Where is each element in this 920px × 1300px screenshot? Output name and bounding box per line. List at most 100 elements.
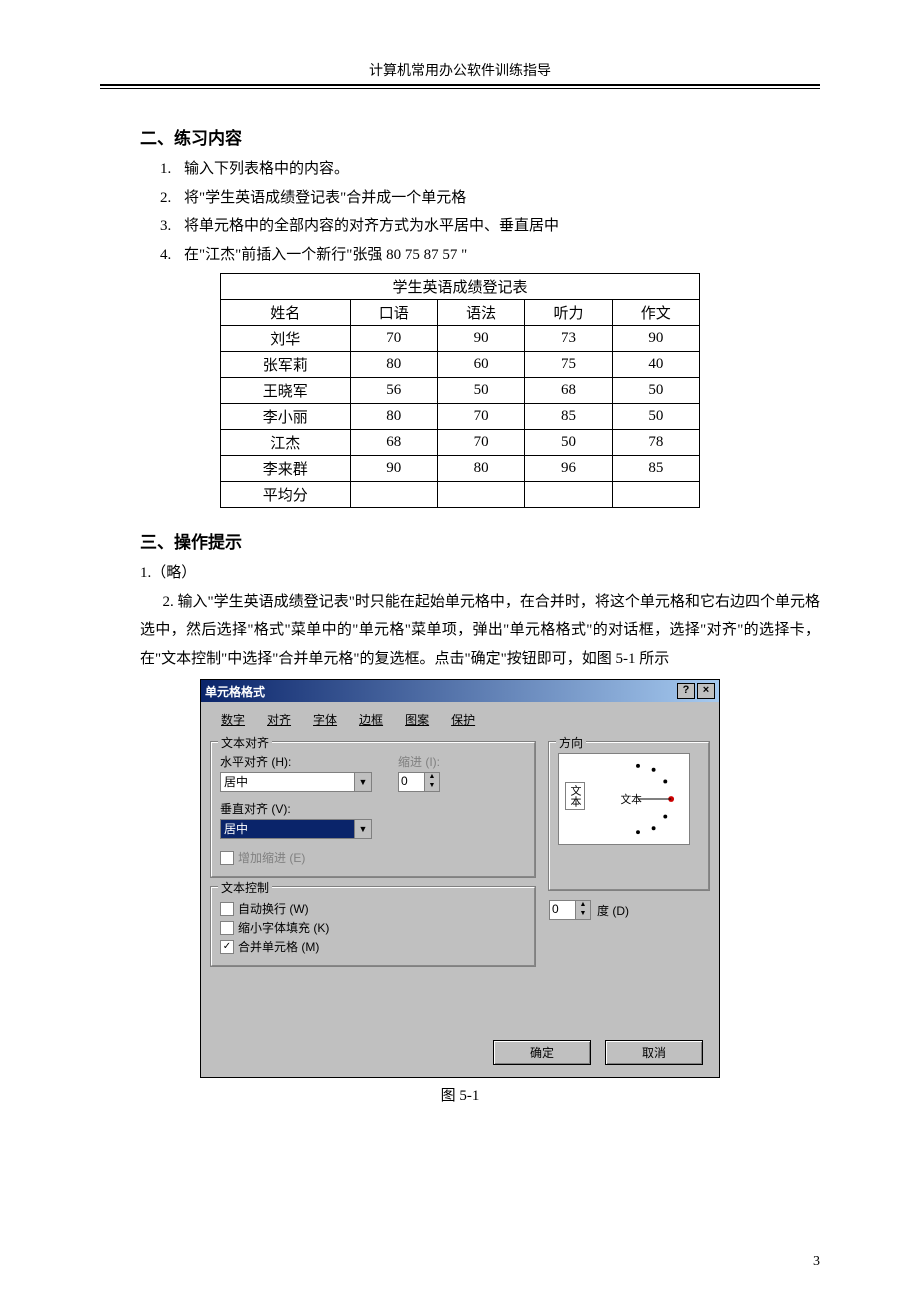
vertical-text-button[interactable]: 文本 <box>565 782 585 810</box>
cell: 李小丽 <box>221 404 351 430</box>
text-alignment-group: 文本对齐 水平对齐 (H): 居中 ▼ <box>211 742 535 877</box>
table-title: 学生英语成绩登记表 <box>221 274 700 300</box>
orientation-dial[interactable]: 文本 <box>599 760 677 838</box>
cell: 85 <box>612 456 699 482</box>
vertical-align-combo[interactable]: 居中 ▼ <box>220 819 372 839</box>
checkbox-icon[interactable]: ✓ <box>220 940 234 954</box>
dialog-figure: 单元格格式 ? × 数字 对齐 字体 边框 图案 保护 文本对 <box>200 679 720 1105</box>
cell: 80 <box>350 404 437 430</box>
degrees-spinner[interactable]: 0 ▲▼ <box>549 900 591 920</box>
cell: 90 <box>350 456 437 482</box>
cell: 73 <box>525 326 612 352</box>
combo-value: 居中 <box>221 820 354 838</box>
page-header: 计算机常用办公软件训练指导 <box>100 60 820 82</box>
checkbox-icon[interactable] <box>220 902 234 916</box>
help-button[interactable]: ? <box>677 683 695 699</box>
cell: 张军莉 <box>221 352 351 378</box>
header-rule <box>100 84 820 89</box>
text-control-group: 文本控制 自动换行 (W) 缩小字体填充 (K) ✓ <box>211 887 535 966</box>
spinner-value: 0 <box>399 773 424 791</box>
figure-caption: 图 5-1 <box>200 1084 720 1105</box>
tab-strip: 数字 对齐 字体 边框 图案 保护 <box>211 708 709 736</box>
close-button[interactable]: × <box>697 683 715 699</box>
cell: 60 <box>437 352 524 378</box>
checkbox-icon[interactable] <box>220 921 234 935</box>
shrink-to-fit-checkbox[interactable]: 缩小字体填充 (K) <box>220 919 526 936</box>
chevron-down-icon[interactable]: ▼ <box>354 820 371 838</box>
dialog-body: 数字 对齐 字体 边框 图案 保护 文本对齐 水平对齐 ( <box>201 702 719 1077</box>
practice-list: 1. 输入下列表格中的内容。 2. 将"学生英语成绩登记表"合并成一个单元格 3… <box>160 155 820 269</box>
merge-cells-checkbox[interactable]: ✓ 合并单元格 (M) <box>220 938 526 955</box>
cell: 80 <box>437 456 524 482</box>
ok-button[interactable]: 确定 <box>493 1040 591 1065</box>
cell <box>525 482 612 508</box>
hint-item-2: 2. 输入"学生英语成绩登记表"时只能在起始单元格中，在合并时，将这个单元格和它… <box>140 588 820 674</box>
checkbox-icon <box>220 851 234 865</box>
cell: 王晓军 <box>221 378 351 404</box>
table-row: 李小丽 80 70 85 50 <box>221 404 700 430</box>
checkbox-label: 合并单元格 (M) <box>238 938 319 955</box>
tab-font[interactable]: 字体 <box>309 710 341 730</box>
list-item: 2. 将"学生英语成绩登记表"合并成一个单元格 <box>160 184 820 213</box>
tab-pattern[interactable]: 图案 <box>401 710 433 730</box>
cell: 50 <box>612 404 699 430</box>
cell: 40 <box>612 352 699 378</box>
cell: 50 <box>612 378 699 404</box>
grades-table: 学生英语成绩登记表 姓名 口语 语法 听力 作文 刘华 70 90 73 90 … <box>220 273 700 508</box>
table-row: 张军莉 80 60 75 40 <box>221 352 700 378</box>
indent-label: 缩进 (I): <box>398 753 440 770</box>
section-heading-hints: 三、操作提示 <box>140 528 820 553</box>
orientation-preview[interactable]: 文本 文本 <box>558 753 690 845</box>
item-text: 输入下列表格中的内容。 <box>184 155 349 184</box>
horizontal-align-label: 水平对齐 (H): <box>220 753 372 770</box>
table-row: 王晓军 56 50 68 50 <box>221 378 700 404</box>
chevron-down-icon[interactable]: ▼ <box>354 773 371 791</box>
cell <box>350 482 437 508</box>
tab-alignment[interactable]: 对齐 <box>263 710 295 730</box>
cell: 50 <box>437 378 524 404</box>
cell: 刘华 <box>221 326 351 352</box>
item-text: 将"学生英语成绩登记表"合并成一个单元格 <box>184 184 466 213</box>
cell: 75 <box>525 352 612 378</box>
cancel-button[interactable]: 取消 <box>605 1040 703 1065</box>
cell: 85 <box>525 404 612 430</box>
tab-border[interactable]: 边框 <box>355 710 387 730</box>
degrees-row: 0 ▲▼ 度 (D) <box>549 900 709 920</box>
cell: 96 <box>525 456 612 482</box>
cell: 平均分 <box>221 482 351 508</box>
item-number: 1. <box>160 155 184 184</box>
degrees-label: 度 (D) <box>597 902 629 919</box>
hints-body: 1.（略） 2. 输入"学生英语成绩登记表"时只能在起始单元格中，在合并时，将这… <box>140 559 820 673</box>
cell: 90 <box>437 326 524 352</box>
add-indent-checkbox: 增加缩进 (E) <box>220 849 526 866</box>
group-label-control: 文本控制 <box>218 879 272 896</box>
col-header: 作文 <box>612 300 699 326</box>
orientation-group: 方向 文本 文本 <box>549 742 709 890</box>
indent-spinner[interactable]: 0 ▲▼ <box>398 772 440 792</box>
dialog-button-row: 确定 取消 <box>211 1036 709 1067</box>
col-header: 听力 <box>525 300 612 326</box>
spinner-buttons[interactable]: ▲▼ <box>424 773 439 791</box>
checkbox-label: 缩小字体填充 (K) <box>238 919 329 936</box>
wrap-text-checkbox[interactable]: 自动换行 (W) <box>220 900 526 917</box>
cell <box>612 482 699 508</box>
table-title-row: 学生英语成绩登记表 <box>221 274 700 300</box>
list-item: 3. 将单元格中的全部内容的对齐方式为水平居中、垂直居中 <box>160 212 820 241</box>
cell <box>437 482 524 508</box>
spinner-value: 0 <box>550 901 575 919</box>
list-item: 1. 输入下列表格中的内容。 <box>160 155 820 184</box>
item-number: 2. <box>160 184 184 213</box>
tab-number[interactable]: 数字 <box>217 710 249 730</box>
cell: 78 <box>612 430 699 456</box>
item-number: 3. <box>160 212 184 241</box>
table-row: 刘华 70 90 73 90 <box>221 326 700 352</box>
tab-protection[interactable]: 保护 <box>447 710 479 730</box>
cell: 50 <box>525 430 612 456</box>
horizontal-align-combo[interactable]: 居中 ▼ <box>220 772 372 792</box>
cell: 68 <box>350 430 437 456</box>
cell: 江杰 <box>221 430 351 456</box>
dialog-titlebar[interactable]: 单元格格式 ? × <box>201 680 719 702</box>
vertical-align-label: 垂直对齐 (V): <box>220 800 526 817</box>
spinner-buttons[interactable]: ▲▼ <box>575 901 590 919</box>
item-text: 将单元格中的全部内容的对齐方式为水平居中、垂直居中 <box>184 212 559 241</box>
